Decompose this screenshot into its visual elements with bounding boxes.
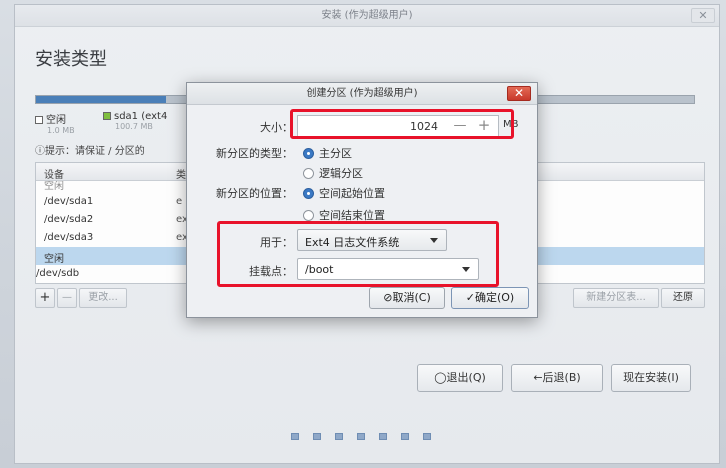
row-device: /dev/sda2 bbox=[44, 214, 94, 225]
progress-dot bbox=[379, 433, 387, 440]
progress-dot bbox=[423, 433, 431, 440]
new-partition-table-button[interactable]: 新建分区表... bbox=[573, 288, 659, 308]
legend-free: 空闲 1.0 MB bbox=[35, 111, 75, 135]
column-header-type[interactable]: 类 bbox=[176, 166, 186, 181]
legend-free-swatch bbox=[35, 116, 43, 124]
row-type: e bbox=[176, 196, 183, 207]
row-device: /dev/sda3 bbox=[44, 232, 94, 243]
row-device: 空闲 bbox=[44, 254, 64, 265]
ok-button[interactable]: ✓确定(O) bbox=[451, 287, 529, 309]
dialog-title: 创建分区 (作为超级用户) bbox=[187, 83, 537, 105]
change-partition-button[interactable]: 更改... bbox=[79, 288, 127, 308]
page-title: 安装类型 bbox=[35, 49, 107, 70]
location-end-label[interactable]: 空间结束位置 bbox=[319, 209, 385, 222]
install-now-button[interactable]: 现在安装(I) bbox=[611, 364, 691, 392]
use-as-value: Ext4 日志文件系统 bbox=[305, 236, 400, 249]
row-device: 空闲 bbox=[44, 181, 64, 192]
mount-point-combo[interactable]: /boot bbox=[297, 258, 479, 280]
legend-sda1-size: 100.7 MB bbox=[115, 122, 153, 131]
legend-sda1-swatch bbox=[103, 112, 111, 120]
use-as-dropdown[interactable]: Ext4 日志文件系统 bbox=[297, 229, 447, 251]
location-start-radio[interactable]: 空间起始位置 bbox=[303, 185, 385, 201]
progress-dot bbox=[291, 433, 299, 440]
mount-point-value[interactable]: /boot bbox=[305, 263, 333, 276]
radio-checked-icon[interactable] bbox=[303, 148, 314, 159]
mount-point-label: 挂载点： bbox=[249, 265, 293, 278]
radio-unchecked-icon[interactable] bbox=[303, 210, 314, 221]
type-primary-label[interactable]: 主分区 bbox=[319, 147, 352, 160]
screen: 安装 (作为超级用户) ✕ 安装类型 空闲 1.0 MB sda1 (ext4 … bbox=[0, 0, 726, 468]
hint-text: ⓘ提示：请保证 / 分区的 bbox=[35, 146, 145, 157]
legend-free-size: 1.0 MB bbox=[47, 126, 75, 135]
size-value[interactable]: 1024 bbox=[410, 120, 438, 133]
chevron-down-icon bbox=[430, 238, 438, 243]
progress-dot bbox=[357, 433, 365, 440]
size-label: 大小： bbox=[260, 121, 293, 134]
type-primary-radio[interactable]: 主分区 bbox=[303, 145, 352, 161]
create-partition-dialog: 创建分区 (作为超级用户) ✕ 大小： 1024 — + MB 新分区的类型： … bbox=[186, 82, 538, 318]
radio-unchecked-icon[interactable] bbox=[303, 168, 314, 179]
location-end-radio[interactable]: 空间结束位置 bbox=[303, 207, 385, 223]
type-logical-radio[interactable]: 逻辑分区 bbox=[303, 165, 363, 181]
use-as-label: 用于： bbox=[260, 236, 293, 249]
partition-location-label: 新分区的位置： bbox=[216, 187, 293, 200]
legend-sda1-label: sda1 (ext4 bbox=[114, 111, 168, 122]
row-device: /dev/sdb bbox=[36, 268, 80, 279]
size-spinbox[interactable]: 1024 — + bbox=[297, 115, 499, 137]
window-title: 安装 (作为超级用户) bbox=[15, 5, 719, 27]
location-start-label[interactable]: 空间起始位置 bbox=[319, 187, 385, 200]
chevron-down-icon[interactable] bbox=[462, 267, 470, 272]
size-decrement-icon[interactable]: — bbox=[450, 118, 470, 134]
size-increment-icon[interactable]: + bbox=[474, 118, 494, 134]
quit-button[interactable]: ◯退出(Q) bbox=[417, 364, 503, 392]
partition-bar-used bbox=[36, 96, 166, 103]
window-close-icon[interactable]: ✕ bbox=[691, 8, 715, 23]
cancel-button[interactable]: ⊘取消(C) bbox=[369, 287, 445, 309]
progress-dot bbox=[401, 433, 409, 440]
type-logical-label[interactable]: 逻辑分区 bbox=[319, 167, 363, 180]
add-partition-button[interactable]: + bbox=[35, 288, 55, 308]
remove-partition-button[interactable]: — bbox=[57, 288, 77, 308]
column-header-device[interactable]: 设备 bbox=[44, 166, 64, 181]
row-device: /dev/sda1 bbox=[44, 196, 94, 207]
progress-dot bbox=[313, 433, 321, 440]
partition-type-label: 新分区的类型： bbox=[216, 147, 293, 160]
legend-sda1: sda1 (ext4 100.7 MB bbox=[103, 111, 167, 131]
legend-free-label: 空闲 bbox=[46, 115, 66, 126]
progress-dot bbox=[335, 433, 343, 440]
back-button[interactable]: ←后退(B) bbox=[511, 364, 603, 392]
radio-checked-icon[interactable] bbox=[303, 188, 314, 199]
revert-button[interactable]: 还原 bbox=[661, 288, 705, 308]
size-unit: MB bbox=[503, 119, 519, 130]
dialog-close-icon[interactable]: ✕ bbox=[507, 86, 531, 101]
